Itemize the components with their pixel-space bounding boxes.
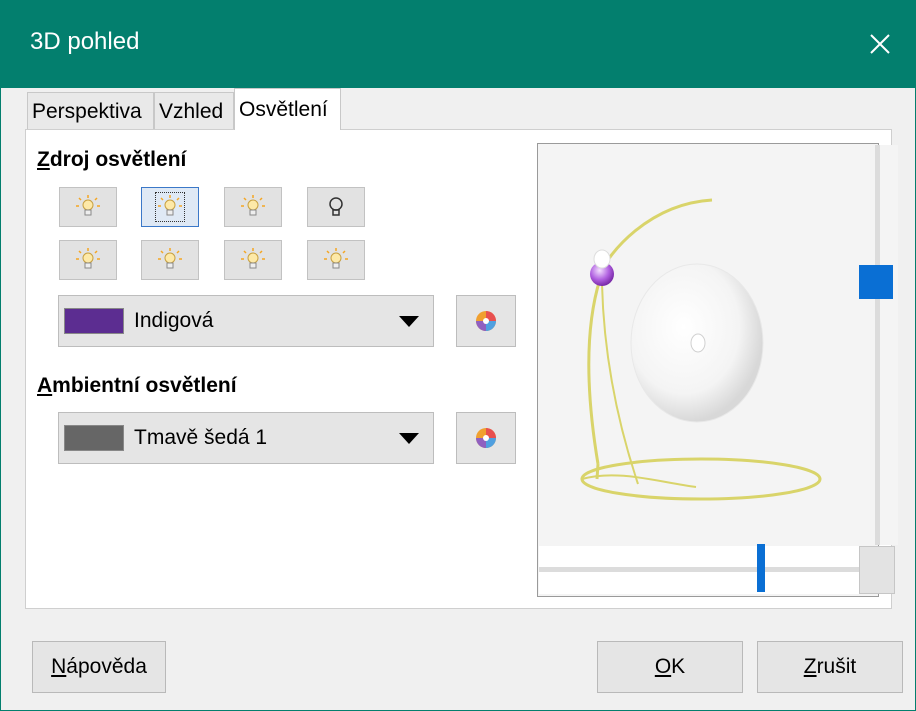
light-bulb-off-icon [329, 197, 343, 216]
tab-osvetleni[interactable]: Osvětlení [234, 88, 341, 130]
lighting-preview-graphic [580, 198, 822, 501]
light-bulb-on-icon [241, 248, 265, 269]
light-color-value: Indigová [134, 309, 214, 332]
ambient-color-dropdown[interactable]: Tmavě šedá 1 [58, 412, 434, 464]
color-palette-icon [476, 311, 496, 331]
cancel-button[interactable]: Zrušit [757, 641, 903, 693]
tab-perspektiva[interactable]: Perspektiva [27, 92, 154, 130]
light-color-picker-button[interactable] [456, 295, 516, 347]
close-button[interactable] [844, 0, 916, 88]
light-source-7-button[interactable] [224, 240, 282, 280]
light-bulb-on-icon [324, 248, 348, 269]
color-swatch [64, 425, 124, 451]
light-bulb-on-icon [158, 195, 182, 216]
ambient-light-heading: Ambientní osvětlení [37, 374, 237, 397]
light-source-3-button[interactable] [224, 187, 282, 227]
light-source-1-button[interactable] [59, 187, 117, 227]
light-source-heading: Zdroj osvětlení [37, 148, 187, 171]
vertical-scroll-track [875, 145, 880, 545]
vertical-scroll-thumb[interactable] [859, 265, 893, 299]
light-bulb-on-icon [158, 248, 182, 269]
preview-corner-button[interactable] [859, 546, 895, 594]
light-source-4-button[interactable] [307, 187, 365, 227]
ok-button[interactable]: OK [597, 641, 743, 693]
window-title: 3D pohled [30, 28, 140, 55]
color-palette-icon [476, 428, 496, 448]
horizontal-scroll-track [539, 567, 859, 572]
light-source-8-button[interactable] [307, 240, 365, 280]
ambient-color-picker-button[interactable] [456, 412, 516, 464]
light-bulb-on-icon [241, 195, 265, 216]
dropdown-arrow-icon [399, 316, 419, 327]
help-button[interactable]: Nápověda [32, 641, 166, 693]
light-bulb-on-icon [76, 195, 100, 216]
close-icon [870, 34, 890, 54]
light-source-5-button[interactable] [59, 240, 117, 280]
tab-vzhled[interactable]: Vzhled [154, 92, 234, 130]
light-bulb-on-icon [76, 248, 100, 269]
light-source-6-button[interactable] [141, 240, 199, 280]
light-color-dropdown[interactable]: Indigová [58, 295, 434, 347]
ambient-color-value: Tmavě šedá 1 [134, 426, 268, 449]
title-bar: 3D pohled [0, 0, 916, 88]
lighting-preview[interactable] [537, 143, 879, 597]
dropdown-arrow-icon [399, 433, 419, 444]
color-swatch [64, 308, 124, 334]
light-source-2-button[interactable] [141, 187, 199, 227]
horizontal-scroll-thumb[interactable] [757, 544, 765, 592]
